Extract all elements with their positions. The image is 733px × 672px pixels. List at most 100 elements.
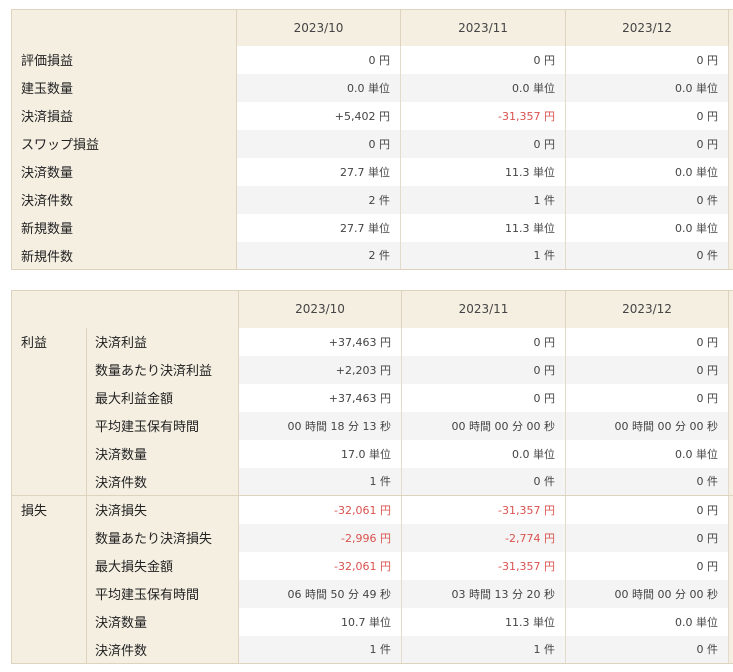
value-cell: 0.0 単位 — [565, 439, 729, 468]
row-label: 決済利益 — [86, 327, 239, 356]
table-row: 平均建玉保有時間 00 時間 18 分 13 秒 00 時間 00 分 00 秒 00… — [12, 411, 733, 440]
group-label: 損失 — [11, 495, 87, 664]
scroll-edge — [728, 495, 733, 524]
header-corner-cell — [11, 9, 237, 46]
row-label: 新規件数 — [11, 241, 237, 270]
value-cell: 00 時間 18 分 13 秒 — [238, 411, 402, 440]
table-row: 決済件数 1 件0 件0 件 — [12, 467, 733, 496]
value-cell: 0.0 単位 — [565, 607, 729, 636]
row-label: 最大損失金額 — [86, 551, 239, 580]
value-cell: 00 時間 00 分 00 秒 — [565, 579, 729, 608]
month-header: 2023/11 — [401, 290, 566, 328]
value-cell: 1 件 — [400, 241, 566, 270]
value-cell: 0.0 単位 — [565, 213, 729, 242]
detail-header-row: 2023/10 2023/11 2023/12 — [11, 290, 733, 328]
value-cell: +37,463 円 — [238, 327, 402, 356]
value-cell: 27.7 単位 — [236, 213, 401, 242]
month-header: 2023/10 — [236, 9, 401, 46]
value-cell: 0 円 — [400, 129, 566, 158]
row-label: 決済数量 — [11, 157, 237, 186]
table-row: 数量あたり決済利益 +2,203 円0 円0 円 — [12, 355, 733, 384]
row-label: 決済数量 — [86, 439, 239, 468]
month-header: 2023/10 — [238, 290, 402, 328]
value-cell: 0.0 単位 — [401, 439, 566, 468]
table-row: 決済数量 10.7 単位 11.3 単位 0.0 単位 — [12, 607, 733, 636]
value-cell: 0 件 — [565, 241, 729, 270]
scroll-edge — [728, 129, 733, 158]
scroll-edge — [728, 157, 733, 186]
summary-table: 2023/10 2023/11 2023/12 評価損益 0 円0 円0 円建玉数量 0.… — [11, 9, 733, 270]
value-cell: 0 円 — [401, 327, 566, 356]
value-cell: 1 件 — [401, 635, 566, 664]
month-header: 2023/11 — [400, 9, 566, 46]
value-cell: +2,203 円 — [238, 355, 402, 384]
value-cell: 2 件 — [236, 241, 401, 270]
summary-header-row: 2023/10 2023/11 2023/12 — [11, 9, 733, 46]
value-cell: -31,357 円 — [401, 495, 566, 524]
table-row: 新規数量 27.7 単位 11.3 単位 0.0 単位 — [11, 213, 733, 242]
row-label: 最大利益金額 — [86, 383, 239, 412]
group-label: 利益 — [11, 327, 87, 496]
value-cell: 03 時間 13 分 20 秒 — [401, 579, 566, 608]
value-cell: 0.0 単位 — [236, 73, 401, 102]
scroll-edge — [728, 45, 733, 74]
scroll-edge — [728, 185, 733, 214]
value-cell: 0 円 — [565, 383, 729, 412]
table-row: 決済件数 1 件1 件0 件 — [12, 635, 733, 664]
scroll-edge — [728, 635, 733, 664]
scroll-edge — [728, 383, 733, 412]
row-label: 新規数量 — [11, 213, 237, 242]
table-row: 評価損益 0 円0 円0 円 — [11, 45, 733, 74]
value-cell: 0.0 単位 — [565, 157, 729, 186]
table-row: 決済数量 17.0 単位 0.0 単位 0.0 単位 — [12, 439, 733, 468]
value-cell: 27.7 単位 — [236, 157, 401, 186]
row-label: 決済数量 — [86, 607, 239, 636]
value-cell: 1 件 — [238, 467, 402, 496]
row-label: 決済件数 — [11, 185, 237, 214]
value-cell: 00 時間 00 分 00 秒 — [565, 411, 729, 440]
table-row: 利益 決済利益 +37,463 円0 円0 円 — [11, 327, 733, 496]
scroll-edge — [728, 241, 733, 270]
value-cell: 0 円 — [565, 129, 729, 158]
value-cell: 0 円 — [565, 551, 729, 580]
row-label: 決済件数 — [86, 467, 239, 496]
value-cell: 2 件 — [236, 185, 401, 214]
row-label: 決済損益 — [11, 101, 237, 130]
value-cell: 0.0 単位 — [565, 73, 729, 102]
table-row: 新規件数 2 件1 件0 件 — [11, 241, 733, 270]
value-cell: 0 円 — [401, 383, 566, 412]
value-cell: -31,357 円 — [401, 551, 566, 580]
value-cell: 1 件 — [400, 185, 566, 214]
value-cell: 17.0 単位 — [238, 439, 402, 468]
value-cell: 00 時間 00 分 00 秒 — [401, 411, 566, 440]
value-cell: 1 件 — [238, 635, 402, 664]
value-cell: 0 円 — [565, 355, 729, 384]
value-cell: +37,463 円 — [238, 383, 402, 412]
value-cell: 0 円 — [565, 327, 729, 356]
table-row: 平均建玉保有時間 06 時間 50 分 49 秒 03 時間 13 分 20 秒 00… — [12, 579, 733, 608]
value-cell: 0 円 — [236, 45, 401, 74]
scroll-edge — [728, 411, 733, 440]
value-cell: 10.7 単位 — [238, 607, 402, 636]
row-label: 数量あたり決済損失 — [86, 523, 239, 552]
table-row: 決済損益 +5,402 円 -31,357 円0 円 — [11, 101, 733, 130]
scroll-edge — [728, 355, 733, 384]
table-row: 最大利益金額 +37,463 円0 円0 円 — [12, 383, 733, 412]
value-cell: -32,061 円 — [238, 495, 402, 524]
table-row: 建玉数量 0.0 単位 0.0 単位 0.0 単位 — [11, 73, 733, 102]
table-row: 損失 決済損失 -32,061 円 -31,357 円0 円 — [11, 495, 733, 664]
row-label: 評価損益 — [11, 45, 237, 74]
table-row: スワップ損益 0 円0 円0 円 — [11, 129, 733, 158]
value-cell: 11.3 単位 — [400, 213, 566, 242]
value-cell: 0 件 — [565, 467, 729, 496]
header-corner-cell — [11, 290, 239, 328]
month-header: 2023/12 — [565, 290, 729, 328]
scroll-edge — [728, 579, 733, 608]
value-cell: 0 円 — [565, 101, 729, 130]
row-label: 決済件数 — [86, 635, 239, 664]
month-header: 2023/12 — [565, 9, 729, 46]
scroll-edge — [728, 9, 733, 46]
value-cell: 11.3 単位 — [401, 607, 566, 636]
value-cell: -32,061 円 — [238, 551, 402, 580]
scroll-edge — [728, 467, 733, 496]
